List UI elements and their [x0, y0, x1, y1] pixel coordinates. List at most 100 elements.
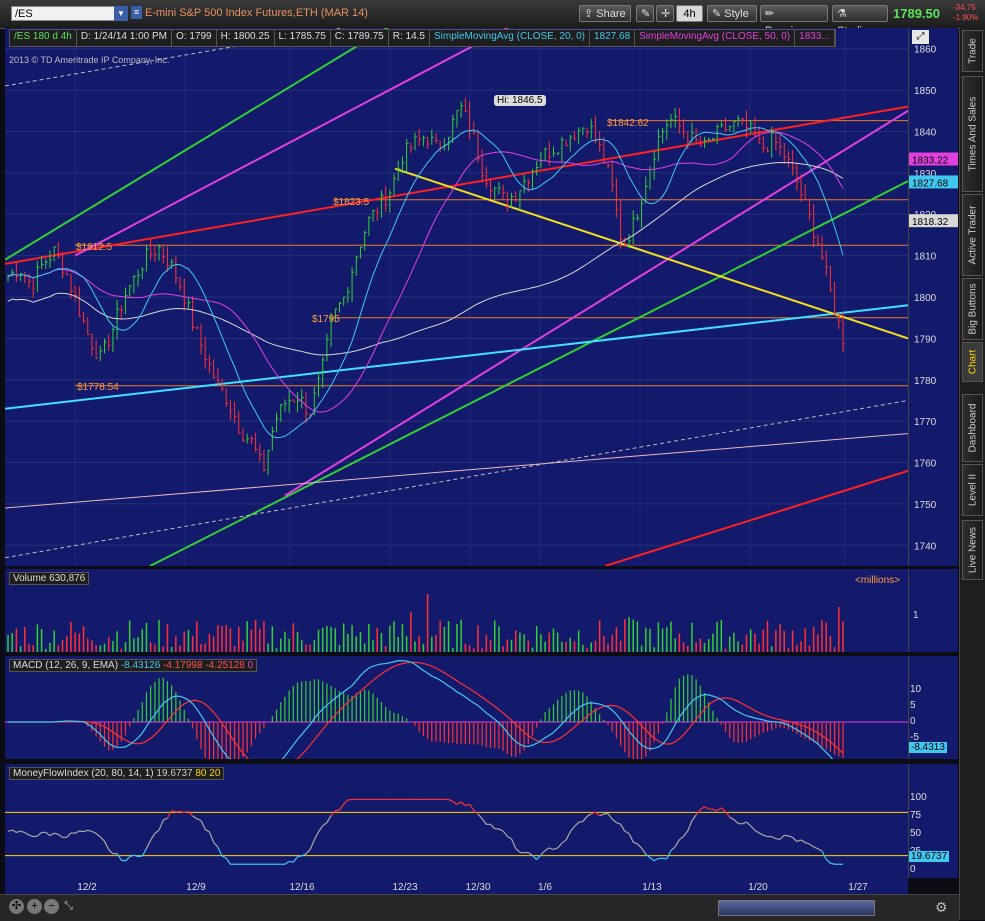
price-axis[interactable]: 1740175017601770178017901800181018201830…: [908, 28, 958, 566]
hi-label: Hi: 1846.5: [494, 95, 546, 106]
mfi-line-segment: [654, 858, 658, 860]
tab-chart-label: Chart: [967, 350, 978, 374]
mfi-line-segment: [734, 820, 738, 824]
mfi-line-segment: [172, 811, 176, 812]
mfi-line-segment: [298, 856, 302, 857]
mfi-line-segment: [310, 840, 314, 850]
mfi-line-segment: [549, 848, 553, 850]
mfi-badge: 19.6737: [909, 851, 949, 862]
sma50-label: SimpleMovingAvg (CLOSE, 50, 0): [635, 30, 795, 46]
mfi-line-segment: [738, 823, 742, 824]
chart-expand-icon[interactable]: ⤢: [912, 30, 929, 44]
pan-icon[interactable]: ✣: [9, 899, 24, 914]
mfi-line-segment: [688, 821, 692, 831]
symbol-input[interactable]: /ES: [11, 6, 127, 21]
mfi-line-segment: [75, 831, 79, 833]
tab-live-news[interactable]: Live News: [962, 520, 983, 580]
mfi-line-segment: [566, 832, 570, 840]
mfi-line-segment: [516, 848, 520, 852]
mfi-line-segment: [650, 858, 654, 861]
zoom-box-icon[interactable]: ⤡: [61, 899, 76, 914]
time-tick-label: 12/23: [392, 882, 417, 893]
studies-button[interactable]: ⚗ Studies: [832, 5, 888, 22]
drawings-icon: ✏: [765, 8, 774, 20]
mfi-lower: 20: [209, 768, 220, 779]
zoom-in-icon[interactable]: +: [27, 899, 42, 914]
mfi-line-segment: [109, 850, 113, 854]
price-panel[interactable]: [5, 28, 908, 566]
price-axis-svg: 1740175017601770178017901800181018201830…: [909, 28, 958, 566]
price-tick-label: 1760: [914, 459, 937, 470]
mfi-line-segment: [25, 833, 29, 836]
mfi-line-segment: [784, 835, 788, 836]
drawing-tool-icon[interactable]: ✎: [636, 5, 654, 22]
zoom-out-icon[interactable]: −: [44, 899, 59, 914]
symbol-details-icon[interactable]: ≡: [131, 6, 142, 19]
info-open: O: 1799: [172, 30, 217, 46]
tab-level-ii[interactable]: Level II: [962, 464, 983, 516]
mfi-line-segment: [335, 810, 339, 811]
mfi-line-segment: [461, 802, 465, 806]
tab-active-trader[interactable]: Active Trader: [962, 194, 983, 276]
style-button[interactable]: ✎ Style: [707, 5, 757, 22]
red-trendline-lower: [605, 471, 908, 566]
tab-trade[interactable]: Trade: [962, 30, 983, 72]
time-tick-label: 1/6: [538, 882, 552, 893]
mfi-value: 19.6737: [156, 768, 192, 779]
macd-value4: 0: [248, 660, 254, 671]
mfi-line-segment: [763, 835, 767, 836]
tab-chart[interactable]: Chart: [962, 342, 983, 382]
mfi-line-segment: [528, 852, 532, 855]
level-label-1812: $1812.5: [76, 242, 112, 253]
mfi-line-segment: [755, 830, 759, 833]
symbol-dropdown-icon[interactable]: ▼: [114, 6, 128, 21]
change-amount: -34.75: [953, 3, 976, 12]
mfi-line-segment: [16, 831, 20, 832]
time-scrollbar[interactable]: [718, 900, 875, 916]
price-tick-label: 1740: [914, 541, 937, 552]
mfi-line-segment: [79, 831, 83, 832]
tab-big-buttons[interactable]: Big Buttons: [962, 278, 983, 340]
sma20-label: SimpleMovingAvg (CLOSE, 20, 0): [430, 30, 590, 46]
macd-tick-0: 0: [910, 716, 916, 727]
mfi-line-segment: [58, 834, 62, 837]
mfi-line-segment: [684, 831, 688, 836]
mfi-line-segment: [117, 853, 121, 860]
volume-panel[interactable]: Volume 630,876 <millions>: [5, 569, 908, 652]
mfi-line-segment: [574, 822, 578, 826]
volume-tick: 1: [913, 610, 919, 621]
mfi-line-segment: [29, 835, 33, 837]
time-tick-label: 1/20: [748, 882, 768, 893]
tab-dashboard[interactable]: Dashboard: [962, 394, 983, 462]
tab-times-and-sales[interactable]: Times And Sales: [962, 76, 983, 192]
info-close: C: 1789.75: [331, 30, 389, 46]
bottom-bar: ✣ + − ⤡ ⚙: [0, 894, 959, 921]
period-button[interactable]: 4h: [676, 5, 703, 22]
sma50-value: 1833...: [795, 30, 835, 46]
time-tick-label: 1/13: [642, 882, 662, 893]
settings-gear-icon[interactable]: ⚙: [935, 899, 948, 916]
macd-panel[interactable]: MACD (12, 26, 9, EMA) -8.43126 -4.17998 …: [5, 656, 908, 759]
mfi-panel[interactable]: MoneyFlowIndex (20, 80, 14, 1) 19.6737 8…: [5, 764, 908, 878]
share-button[interactable]: ⇪ Share: [579, 5, 631, 22]
crosshair-icon[interactable]: ✛: [656, 5, 674, 22]
chart-toolbar: /ES ▼ ≡ E-mini S&P 500 Index Futures,ETH…: [0, 0, 985, 29]
mfi-line-segment: [558, 843, 562, 848]
mfi-line-segment: [801, 840, 805, 843]
drawings-button[interactable]: ✏ Drawings: [760, 5, 828, 22]
time-axis-svg: 12/212/912/1612/2312/301/61/131/201/27: [5, 878, 908, 894]
mfi-header: MoneyFlowIndex (20, 80, 14, 1) 19.6737 8…: [9, 767, 224, 780]
price-chart[interactable]: [5, 28, 908, 566]
volume-value: 630,876: [49, 573, 85, 584]
mfi-line-segment: [742, 822, 746, 824]
time-axis: 12/212/912/1612/2312/301/61/131/201/27: [5, 878, 908, 894]
mfi-line-segment: [545, 848, 549, 851]
mfi-line-segment: [146, 840, 150, 849]
volume-units: <millions>: [855, 575, 900, 586]
share-icon: ⇪: [584, 8, 596, 20]
macd-badge: -8.4313: [909, 742, 947, 753]
macd-tick-5: 5: [910, 700, 916, 711]
mfi-axis: 100 75 50 25 19.6737 0: [908, 764, 958, 878]
mfi-line-segment: [553, 848, 557, 850]
macd-value3: -4.25128: [205, 660, 244, 671]
